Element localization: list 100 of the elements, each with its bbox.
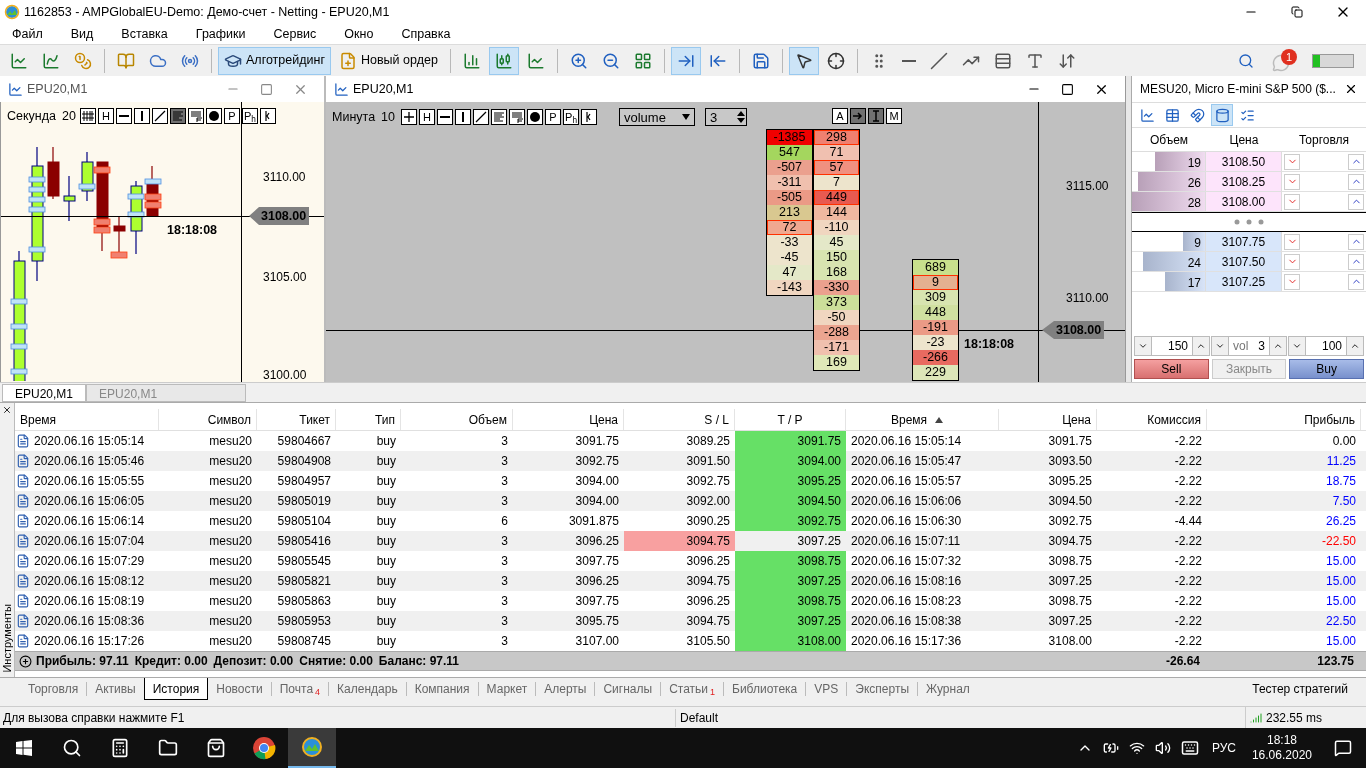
- panel-tab[interactable]: Статьи 1: [661, 678, 724, 700]
- menu-item[interactable]: Окно: [336, 24, 382, 44]
- chart-tool-button[interactable]: A: [832, 108, 848, 124]
- chart-tab[interactable]: EPU20,M1: [2, 384, 87, 402]
- column-header[interactable]: Символ: [159, 409, 257, 430]
- panel-tab[interactable]: Компания: [406, 678, 478, 700]
- side-label[interactable]: Инструменты: [0, 604, 16, 673]
- menu-item[interactable]: Графики: [187, 24, 254, 44]
- decrease-icon[interactable]: [1215, 341, 1225, 351]
- clock[interactable]: 18:18 16.06.2020: [1251, 733, 1312, 763]
- panel-tab[interactable]: История: [143, 678, 209, 700]
- expand-icon[interactable]: [19, 654, 32, 668]
- indicator-dropdown[interactable]: volume: [619, 108, 695, 127]
- panel-tab[interactable]: Библиотека: [724, 678, 806, 700]
- panel-tab[interactable]: VPS: [806, 678, 847, 700]
- chart-tool-button[interactable]: H: [419, 109, 435, 126]
- spinner-field[interactable]: 3: [705, 108, 747, 127]
- sell-volume-field[interactable]: 150: [1151, 337, 1193, 355]
- column-header[interactable]: Цена: [999, 409, 1097, 430]
- language-indicator[interactable]: РУС: [1211, 739, 1236, 757]
- panel-tab[interactable]: Календарь: [329, 678, 406, 700]
- column-header[interactable]: Время: [15, 409, 159, 430]
- close-icon[interactable]: [2, 405, 12, 415]
- restore-icon[interactable]: [1291, 6, 1303, 18]
- price-cell[interactable]: 3108.25: [1206, 172, 1282, 191]
- sell-button[interactable]: Sell: [1134, 359, 1209, 379]
- maximize-icon[interactable]: [1061, 82, 1074, 96]
- panel-tab[interactable]: Торговля: [20, 678, 87, 700]
- chart-tool-button[interactable]: P: [223, 108, 240, 125]
- keyboard-icon[interactable]: [1180, 739, 1199, 757]
- price-cell[interactable]: 3107.75: [1206, 232, 1282, 251]
- price-cell[interactable]: 3107.50: [1206, 252, 1282, 271]
- chart-tool-button[interactable]: [455, 109, 471, 126]
- volume-field[interactable]: vol 3: [1228, 337, 1270, 355]
- chart-tool-button[interactable]: [205, 108, 222, 125]
- panel-tab[interactable]: Эксперты: [847, 678, 917, 700]
- toolbar-button[interactable]: [670, 46, 701, 75]
- close-icon[interactable]: [1344, 82, 1358, 96]
- chart-tool-button[interactable]: [581, 109, 597, 126]
- column-header[interactable]: Тикет: [257, 409, 336, 430]
- chart-tool-button[interactable]: P$_{h}$: [563, 109, 579, 126]
- decrease-icon[interactable]: [1292, 341, 1302, 351]
- menu-item[interactable]: Файл: [4, 24, 51, 44]
- chart-tool-button[interactable]: [151, 108, 168, 125]
- chart-tool-button[interactable]: [169, 108, 186, 125]
- column-header[interactable]: S / L: [624, 409, 735, 430]
- decrease-icon[interactable]: [1138, 341, 1148, 351]
- volume-icon[interactable]: [1154, 740, 1171, 756]
- wifi-icon[interactable]: [1128, 740, 1145, 756]
- chart-tool-button[interactable]: [401, 109, 417, 126]
- messages-button[interactable]: 1: [1272, 48, 1298, 73]
- column-header[interactable]: Тип: [336, 409, 401, 430]
- column-header[interactable]: Прибыль: [1207, 409, 1361, 430]
- notifications-icon[interactable]: [1334, 739, 1352, 757]
- chart-tool-button[interactable]: [187, 108, 204, 125]
- column-header[interactable]: Цена: [513, 409, 624, 430]
- chart-tool-button[interactable]: M: [886, 108, 902, 124]
- price-cell[interactable]: 3107.25: [1206, 272, 1282, 291]
- panel-tab[interactable]: Новости: [208, 678, 271, 700]
- column-header[interactable]: Комиссия: [1097, 409, 1207, 430]
- column-header[interactable]: T / P: [735, 409, 846, 430]
- toolbar-button[interactable]: Новый ордер: [332, 46, 444, 75]
- chart-tool-button[interactable]: [259, 108, 276, 125]
- column-header[interactable]: Время: [846, 409, 999, 430]
- price-cell[interactable]: 3108.50: [1206, 152, 1282, 171]
- panel-tab[interactable]: Сигналы: [595, 678, 661, 700]
- windows-start-icon[interactable]: [16, 740, 32, 756]
- chart-tool-button[interactable]: [491, 109, 507, 126]
- increase-icon[interactable]: [1350, 341, 1360, 351]
- buy-button[interactable]: Buy: [1289, 359, 1364, 379]
- toolbar-button[interactable]: [488, 46, 519, 75]
- chart-tool-button[interactable]: H: [97, 108, 114, 125]
- panel-tab[interactable]: Алерты: [536, 678, 595, 700]
- battery-icon[interactable]: [1102, 740, 1119, 756]
- column-header[interactable]: Объем: [401, 409, 513, 430]
- menu-item[interactable]: Сервис: [265, 24, 325, 44]
- panel-tool-button[interactable]: [1211, 104, 1233, 126]
- panel-tab[interactable]: Тестер стратегий: [1234, 678, 1366, 700]
- buy-volume-field[interactable]: 100: [1305, 337, 1347, 355]
- panel-tab[interactable]: Почта 4: [271, 678, 329, 700]
- chart-tool-button[interactable]: [509, 109, 525, 126]
- chart-tool-button[interactable]: [527, 109, 543, 126]
- chart-tool-button[interactable]: [437, 109, 453, 126]
- panel-tab[interactable]: Активы: [87, 678, 144, 700]
- menu-item[interactable]: Справка: [393, 24, 459, 44]
- taskbar-button[interactable]: [288, 728, 336, 768]
- chart-tool-button[interactable]: [115, 108, 132, 125]
- menu-item[interactable]: Вид: [62, 24, 102, 44]
- chart-tool-button[interactable]: [133, 108, 150, 125]
- chart-tool-button[interactable]: [473, 109, 489, 126]
- chart-tool-button[interactable]: [79, 108, 96, 125]
- toolbar-button[interactable]: Алготрейдинг: [218, 46, 331, 75]
- search-icon[interactable]: [1238, 52, 1254, 69]
- price-cell[interactable]: 3108.00: [1206, 192, 1282, 211]
- panel-tab[interactable]: Маркет: [478, 678, 536, 700]
- toolbar-button[interactable]: [788, 46, 819, 75]
- chart-tool-button[interactable]: P: [545, 109, 561, 126]
- panel-tab[interactable]: Журнал: [918, 678, 978, 700]
- increase-icon[interactable]: [1196, 341, 1206, 351]
- increase-icon[interactable]: [1273, 341, 1283, 351]
